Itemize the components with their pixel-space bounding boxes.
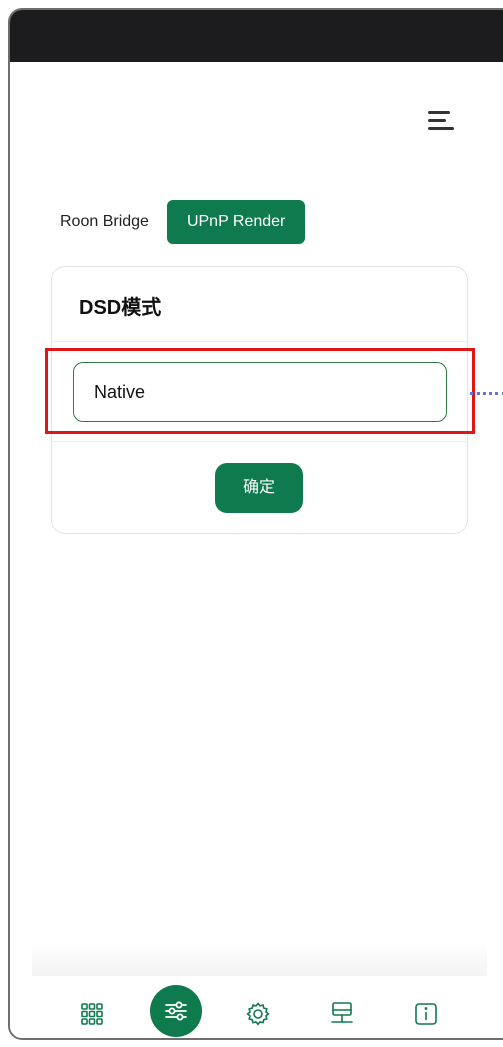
divider xyxy=(52,341,467,342)
tab-upnp-render[interactable]: UPnP Render xyxy=(166,200,306,244)
bottom-nav xyxy=(10,976,503,1038)
mode-tabs: Roon Bridge UPnP Render xyxy=(60,200,306,244)
tab-roon-bridge[interactable]: Roon Bridge xyxy=(60,213,149,231)
phone-frame: Roon Bridge UPnP Render DSD模式 Native 确定 xyxy=(8,8,503,1040)
sliders-icon xyxy=(165,1001,187,1021)
nav-gear[interactable] xyxy=(234,990,282,1038)
status-bar xyxy=(10,10,503,62)
menu-icon[interactable] xyxy=(424,107,458,137)
card-title: DSD模式 xyxy=(79,297,162,319)
gear-icon xyxy=(246,1002,270,1026)
grid-icon xyxy=(81,1003,103,1025)
nav-settings-sliders[interactable] xyxy=(150,985,202,1037)
annotation-connector xyxy=(470,392,503,395)
network-icon xyxy=(331,1002,353,1023)
nav-network[interactable] xyxy=(318,990,366,1038)
nav-info[interactable] xyxy=(402,990,450,1038)
info-icon xyxy=(415,1003,437,1025)
nav-shadow xyxy=(32,942,487,976)
divider xyxy=(52,441,467,442)
highlight-annotation xyxy=(45,348,475,434)
nav-grid[interactable] xyxy=(68,990,116,1038)
confirm-button[interactable]: 确定 xyxy=(215,463,303,513)
